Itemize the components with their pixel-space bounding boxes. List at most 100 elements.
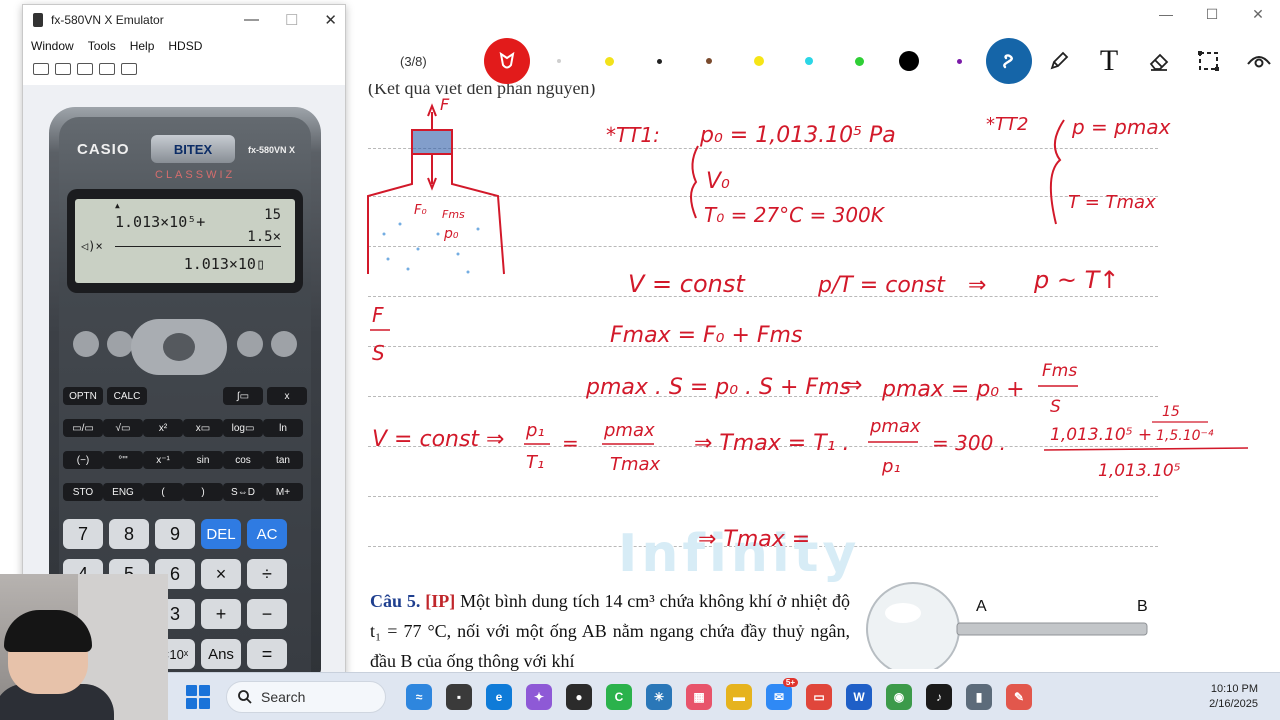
key-inverse[interactable]: x⁻¹ [143,451,183,469]
key-sto[interactable]: STO [63,483,103,501]
final-equals-300: = 300 . [932,431,1006,455]
marker-icon[interactable] [1034,38,1084,84]
key-sin[interactable]: sin [183,451,223,469]
color-swatch-green[interactable] [834,38,884,84]
emulator-minimize-button[interactable]: — [244,11,259,29]
navigation-pad[interactable] [131,319,227,375]
key-divide[interactable]: ÷ [247,559,287,589]
select-icon[interactable] [1184,38,1234,84]
key-sqrt[interactable]: √▭ [103,419,143,437]
key-negative[interactable]: (−) [63,451,103,469]
window-icon[interactable] [55,63,71,75]
key-m-plus[interactable]: M+ [263,483,303,501]
camtasia-app[interactable]: C [606,683,632,710]
whiteboard-toolbar: T [484,38,1280,84]
key-fraction[interactable]: ▭/▭ [63,419,103,437]
menu-help[interactable]: Help [130,39,155,53]
obs-app[interactable]: ● [566,683,592,710]
taskbar: Search ≈ ▪ e ✦ ● C ✳ ▦ ▬ ✉ 5+ ▭ W ◉ ♪ ▮ ✎ 10:10 PM 2/16/… [168,672,1280,720]
key-sd[interactable]: S⇔D [223,483,263,501]
folder-app[interactable]: ▬ [726,683,752,710]
menu-tools[interactable]: Tools [88,39,116,53]
key-close-paren[interactable]: ) [183,483,223,501]
state1-v0: V₀ [706,169,730,194]
edge-app[interactable]: e [486,683,512,710]
grid-app-icon: ▦ [693,689,705,704]
search-icon [238,689,252,704]
key-log[interactable]: log▭ [223,419,263,437]
chrome-app[interactable]: ◉ [886,683,912,710]
key-cos[interactable]: cos [223,451,263,469]
pen-tool[interactable] [984,38,1034,84]
stamp-icon[interactable] [484,38,530,84]
close-button[interactable]: ✕ [1250,6,1266,23]
key-square[interactable]: x² [143,419,183,437]
split-view-icon[interactable] [77,63,93,75]
color-swatch-1[interactable] [534,38,584,84]
key-minus[interactable]: − [247,599,287,629]
capcut-app[interactable]: ▭ [806,683,832,710]
emulator-maximize-button[interactable]: ☐ [285,11,298,29]
key-multiply[interactable]: × [201,559,241,589]
key-degree[interactable]: °'" [103,451,143,469]
text-icon[interactable]: T [1084,38,1134,84]
eye-icon[interactable] [1234,38,1280,84]
taskbar-search[interactable]: Search [226,680,386,713]
key-calc[interactable]: CALC [107,387,147,405]
alpha-button[interactable] [107,331,133,357]
color-swatch-black[interactable] [634,38,684,84]
color-swatch-yellow[interactable] [584,38,634,84]
grid-app[interactable]: ▦ [686,683,712,710]
key-x[interactable]: x [267,387,307,405]
key-del[interactable]: DEL [201,519,241,549]
system-clock[interactable]: 10:10 PM 2/16/2025 [1209,682,1258,712]
capture-icon[interactable] [33,63,49,75]
messenger-app[interactable]: ✉ 5+ [766,677,798,710]
key-optn[interactable]: OPTN [63,387,103,405]
key-open-paren[interactable]: ( [143,483,183,501]
key-tan[interactable]: tan [263,451,303,469]
file-explorer-app[interactable]: ▪ [446,683,472,710]
key-8[interactable]: 8 [109,519,149,549]
eraser-icon[interactable] [1134,38,1184,84]
key-power[interactable]: x▭ [183,419,223,437]
key-plus[interactable]: + [201,599,241,629]
paint-app[interactable]: ✎ [1006,683,1032,710]
color-swatch-cyan[interactable] [784,38,834,84]
windows-start-icon[interactable] [186,684,210,709]
key-ln[interactable]: ln [263,419,303,437]
snowflake-app[interactable]: ✳ [646,683,672,710]
key-equals[interactable]: = [247,639,287,669]
grid-view-icon[interactable] [121,63,137,75]
color-swatch-big-black[interactable] [884,38,934,84]
emulator-title-bar[interactable]: fx-580VN X Emulator — ☐ ✕ [23,5,345,35]
state2-t: T = Tmax [1068,192,1156,213]
copilot-app[interactable]: ✦ [526,683,552,710]
menu-window[interactable]: Window [31,39,74,53]
maximize-button[interactable]: ☐ [1204,6,1220,23]
menu-button[interactable] [237,331,263,357]
minimize-button[interactable]: — [1158,6,1174,23]
on-button[interactable] [271,331,297,357]
color-swatch-purple[interactable] [934,38,984,84]
emulator-app[interactable]: ▮ [966,683,992,710]
model-label: fx-580VN X [247,145,295,155]
shift-button[interactable] [73,331,99,357]
keylog-icon[interactable] [99,63,115,75]
pressure-eq-arrow: ⇒ [844,373,862,398]
menu-hdsd[interactable]: HDSD [168,39,202,53]
key-ac[interactable]: AC [247,519,287,549]
key-ans[interactable]: Ans [201,639,241,669]
key-7[interactable]: 7 [63,519,103,549]
color-swatch-brown[interactable] [684,38,734,84]
whiteboard-canvas[interactable]: (Kết quả viết đến phần nguyên) Infinity [348,84,1280,672]
key-eng[interactable]: ENG [103,483,143,501]
key-9[interactable]: 9 [155,519,195,549]
word-app[interactable]: W [846,683,872,710]
photos-app[interactable]: ≈ [406,683,432,710]
color-swatch-lemon[interactable] [734,38,784,84]
key-integral[interactable]: ∫▭ [223,387,263,405]
emulator-close-button[interactable]: ✕ [324,11,337,29]
tiktok-app[interactable]: ♪ [926,683,952,710]
display-line-4: 1.013×10▯ [183,255,265,273]
